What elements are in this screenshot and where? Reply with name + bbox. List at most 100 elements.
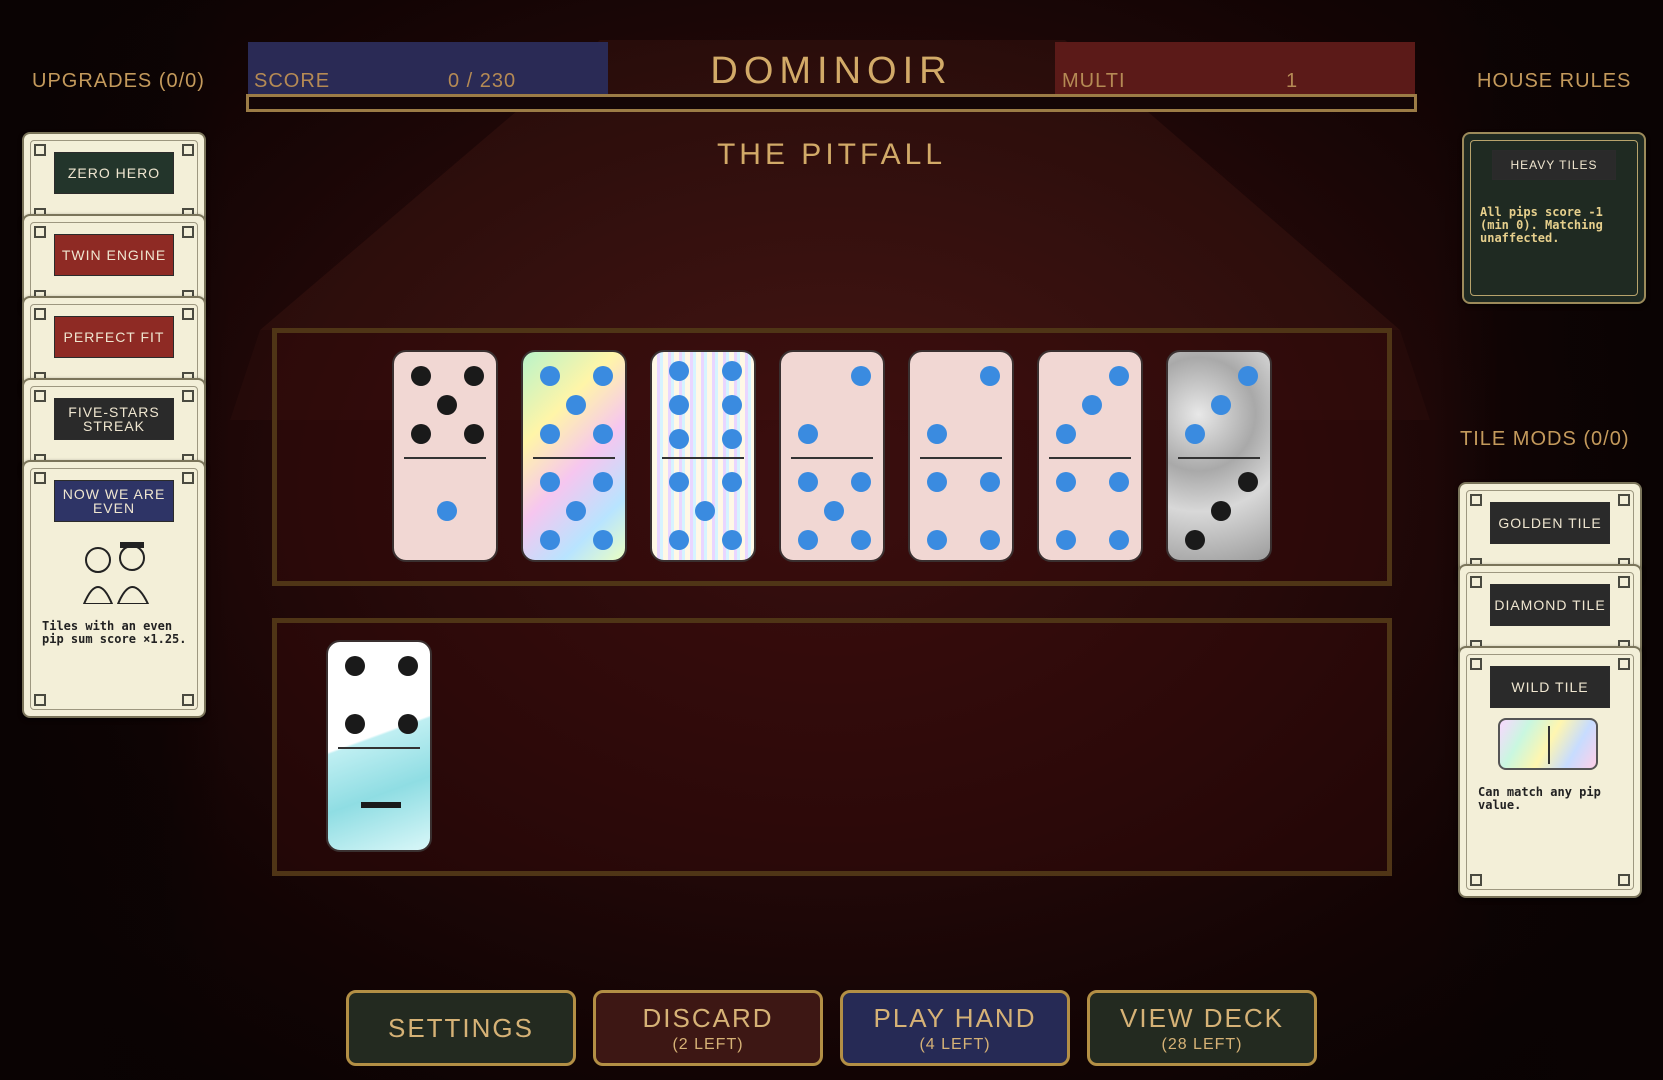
game-stage: SCORE 0 / 230 MULTI 1 DOMINOIR THE PITFA… bbox=[0, 0, 1663, 1080]
domino-divider bbox=[662, 457, 744, 459]
discard-label: DISCARD bbox=[642, 1002, 774, 1033]
upgrade-card-title: NOW WE ARE EVEN bbox=[54, 480, 174, 522]
played-domino[interactable] bbox=[326, 640, 442, 862]
card-corner-ornament bbox=[1470, 658, 1482, 670]
score-progress-bar bbox=[246, 94, 1417, 112]
upgrade-card-title: ZERO HERO bbox=[54, 152, 174, 194]
domino-pip bbox=[410, 423, 431, 444]
domino-pip bbox=[344, 713, 365, 734]
domino-pip bbox=[566, 395, 586, 415]
card-corner-ornament bbox=[182, 308, 194, 320]
domino-pip bbox=[410, 366, 431, 387]
discard-button[interactable]: DISCARD (2 LEFT) bbox=[593, 990, 823, 1066]
card-corner-ornament bbox=[34, 226, 46, 238]
domino-pip bbox=[463, 423, 484, 444]
view-deck-count: (28 LEFT) bbox=[1161, 1035, 1243, 1053]
domino-divider bbox=[338, 747, 420, 749]
wild-tile-preview-icon bbox=[1498, 718, 1598, 770]
card-corner-ornament bbox=[1470, 576, 1482, 588]
domino-pip bbox=[1108, 529, 1129, 550]
domino-pip bbox=[1055, 472, 1076, 493]
played-tray bbox=[272, 618, 1392, 876]
card-corner-ornament bbox=[182, 694, 194, 706]
domino-pip bbox=[592, 529, 613, 550]
domino-pip bbox=[397, 713, 418, 734]
hand-domino[interactable] bbox=[908, 350, 1024, 572]
domino-pip bbox=[463, 366, 484, 387]
domino-pip bbox=[721, 361, 742, 382]
card-corner-ornament bbox=[1618, 658, 1630, 670]
house-rule-card[interactable]: HEAVY TILES All pips score -1 (min 0). M… bbox=[1462, 132, 1646, 304]
domino-pip bbox=[1211, 395, 1231, 415]
house-rules-header: HOUSE RULES bbox=[1477, 70, 1632, 92]
settings-button[interactable]: SETTINGS bbox=[346, 990, 576, 1066]
card-corner-ornament bbox=[34, 390, 46, 402]
upgrade-card-title: PERFECT FIT bbox=[54, 316, 174, 358]
domino-pip bbox=[437, 395, 457, 415]
play-hand-button[interactable]: PLAY HAND (4 LEFT) bbox=[840, 990, 1070, 1066]
card-corner-ornament bbox=[1618, 494, 1630, 506]
card-corner-ornament bbox=[34, 472, 46, 484]
hand-domino[interactable] bbox=[521, 350, 637, 572]
domino-pip bbox=[797, 423, 818, 444]
domino-pip bbox=[566, 501, 586, 521]
tile-mod-card-description: Can match any pip value. bbox=[1478, 785, 1601, 812]
domino-pip bbox=[1237, 472, 1258, 493]
domino-pip bbox=[1108, 366, 1129, 387]
domino-pip bbox=[1055, 423, 1076, 444]
domino-pip bbox=[1055, 529, 1076, 550]
domino-pip bbox=[979, 472, 1000, 493]
domino-shadow bbox=[402, 360, 508, 572]
settings-label: SETTINGS bbox=[387, 1012, 534, 1043]
domino-pip bbox=[1108, 472, 1129, 493]
upgrade-card[interactable]: NOW WE ARE EVEN Tiles with an even pip su… bbox=[22, 460, 206, 718]
card-corner-ornament bbox=[1618, 874, 1630, 886]
upgrade-card-title: TWIN ENGINE bbox=[54, 234, 174, 276]
hand-domino[interactable] bbox=[392, 350, 508, 572]
domino-shadow bbox=[336, 650, 442, 862]
blank-half-mark bbox=[361, 802, 401, 808]
domino-pip bbox=[539, 529, 560, 550]
view-deck-label: VIEW DECK bbox=[1120, 1002, 1284, 1033]
view-deck-button[interactable]: VIEW DECK (28 LEFT) bbox=[1087, 990, 1317, 1066]
domino-pip bbox=[850, 529, 871, 550]
card-corner-ornament bbox=[182, 144, 194, 156]
discard-count: (2 LEFT) bbox=[672, 1035, 744, 1053]
domino-pip bbox=[797, 529, 818, 550]
domino-divider bbox=[1178, 457, 1260, 459]
domino-divider bbox=[404, 457, 486, 459]
domino-pip bbox=[592, 423, 613, 444]
domino-divider bbox=[791, 457, 873, 459]
card-corner-ornament bbox=[182, 226, 194, 238]
upgrades-header: UPGRADES (0/0) bbox=[32, 70, 205, 92]
game-title: DOMINOIR bbox=[710, 50, 953, 92]
domino-pip bbox=[721, 428, 742, 449]
hand-domino[interactable] bbox=[1166, 350, 1282, 572]
upgrade-card-description: Tiles with an even pip sum score ×1.25. bbox=[42, 619, 187, 646]
bears-illustration-icon bbox=[74, 540, 158, 605]
tile-mod-card[interactable]: WILD TILE Can match any pip value. bbox=[1458, 646, 1642, 898]
domino-pip bbox=[850, 472, 871, 493]
hand-domino[interactable] bbox=[779, 350, 895, 572]
domino-pip bbox=[824, 501, 844, 521]
domino-pip bbox=[539, 472, 560, 493]
domino-pip bbox=[1211, 501, 1231, 521]
card-corner-ornament bbox=[34, 308, 46, 320]
domino-divider bbox=[1049, 457, 1131, 459]
hand-domino[interactable] bbox=[1037, 350, 1153, 572]
tile-mod-card-title: GOLDEN TILE bbox=[1490, 502, 1610, 544]
domino-pip bbox=[668, 428, 689, 449]
card-corner-ornament bbox=[34, 694, 46, 706]
domino-divider bbox=[920, 457, 1002, 459]
domino-pip bbox=[721, 472, 742, 493]
domino-pip bbox=[721, 529, 742, 550]
domino-pip bbox=[1184, 423, 1205, 444]
house-rule-description: All pips score -1 (min 0). Matching unaf… bbox=[1480, 205, 1603, 245]
domino-pip bbox=[797, 472, 818, 493]
tile-mod-card-title: WILD TILE bbox=[1490, 666, 1610, 708]
card-corner-ornament bbox=[182, 390, 194, 402]
domino-pip bbox=[1237, 366, 1258, 387]
domino-pip bbox=[668, 395, 689, 415]
hand-domino[interactable] bbox=[650, 350, 766, 572]
domino-divider bbox=[533, 457, 615, 459]
